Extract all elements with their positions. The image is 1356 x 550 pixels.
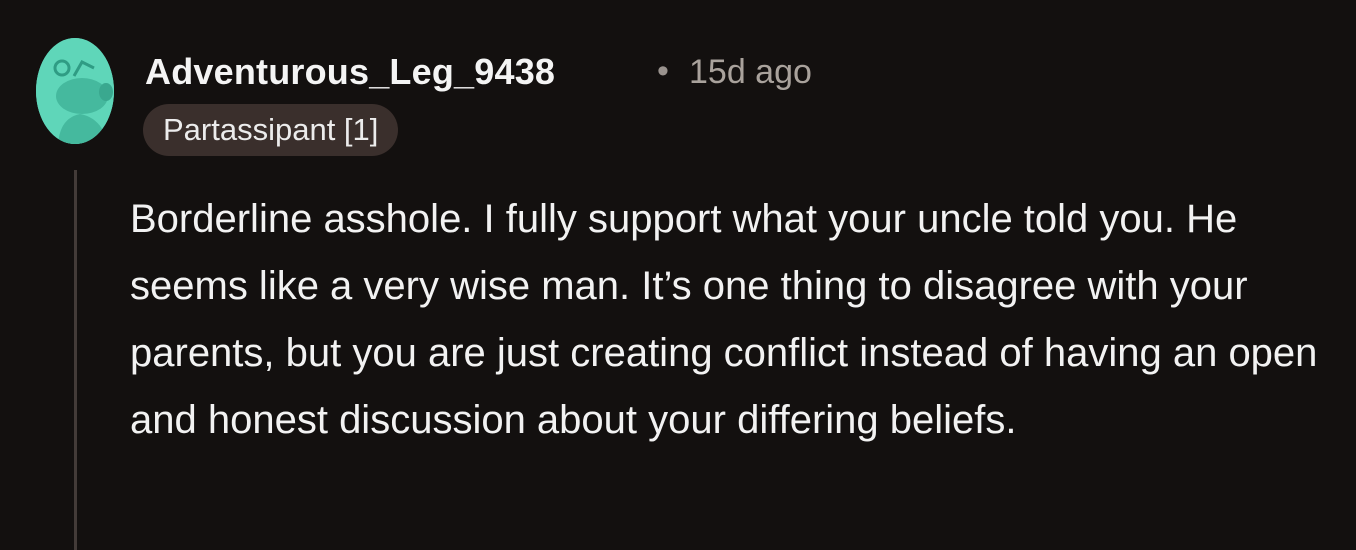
comment-timestamp[interactable]: 15d ago xyxy=(689,53,812,92)
author-username[interactable]: Adventurous_Leg_9438 xyxy=(145,51,555,93)
comment: Adventurous_Leg_9438 • 15d ago Partassip… xyxy=(0,0,1356,550)
meta-separator: • xyxy=(657,52,669,90)
snoo-avatar-icon[interactable] xyxy=(36,38,114,144)
comment-body: Borderline asshole. I fully support what… xyxy=(130,197,1318,442)
thread-collapse-line[interactable] xyxy=(74,170,77,550)
user-flair-badge: Partassipant [1] xyxy=(143,104,399,156)
